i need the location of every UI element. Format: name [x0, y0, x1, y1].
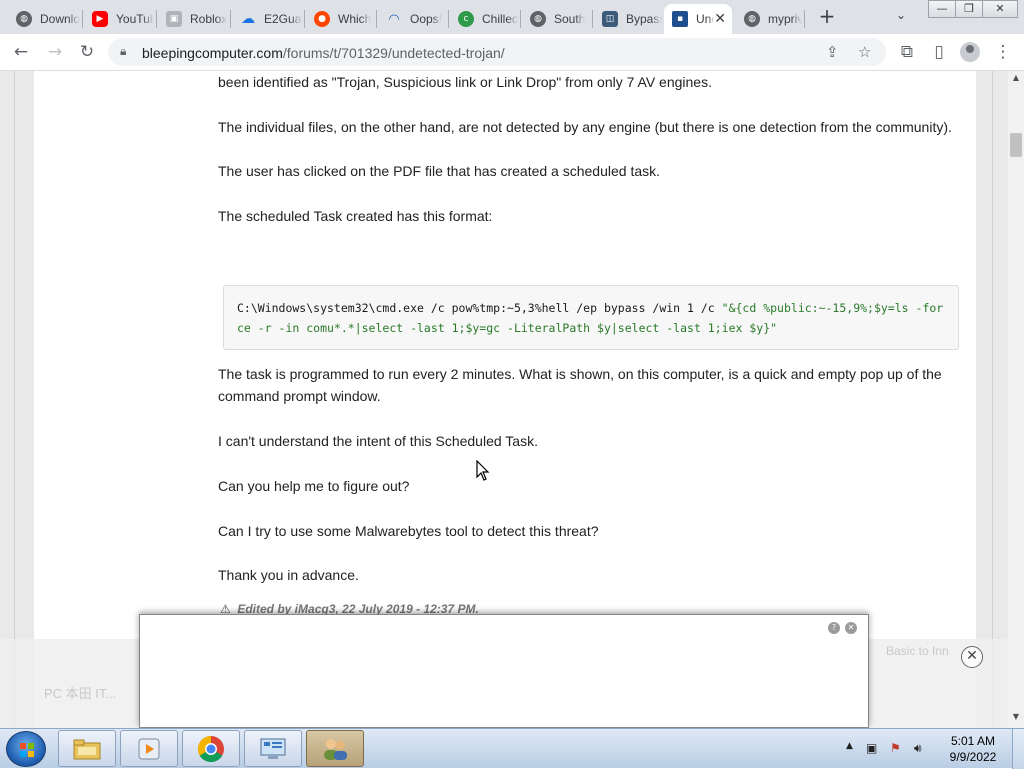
media-player-taskbar-button[interactable] — [120, 730, 178, 767]
bleeping-icon: ▪ — [672, 11, 688, 27]
volume-icon[interactable]: 🔊︎ — [914, 741, 930, 757]
code-command: C:\Windows\system32\cmd.exe /c pow%tmp:~… — [237, 301, 722, 315]
ad-faded-text: PC 本田 IT... — [44, 686, 117, 701]
control-panel-taskbar-button[interactable] — [244, 730, 302, 767]
back-arrow-icon[interactable]: ← — [10, 41, 32, 63]
url-domain: bleepingcomputer.com — [142, 45, 283, 61]
tab-youtube[interactable]: ▶ YouTube — [84, 4, 154, 34]
tab-roblox[interactable]: ▣ Roblox — [158, 4, 228, 34]
bookmark-star-icon[interactable]: ☆ — [858, 43, 871, 61]
close-window-button[interactable]: ✕ — [982, 0, 1018, 18]
tab-e2guardian[interactable]: ☁ E2Guardian — [232, 4, 302, 34]
lock-icon[interactable]: 🔒︎ — [120, 44, 126, 59]
windows-taskbar: ▲ ▣ ⚑ 🔊︎ 5:01 AM 9/9/2022 — [0, 728, 1024, 769]
tab-separator — [804, 10, 805, 28]
tab-downloads[interactable]: ◍ Downloads — [8, 4, 80, 34]
tab-separator — [376, 10, 377, 28]
cloud-icon: ☁ — [241, 11, 255, 27]
chrome-icon — [197, 735, 224, 762]
network-icon[interactable]: ▣ — [866, 741, 882, 757]
swoosh-icon: ◠ — [388, 11, 400, 27]
mouse-cursor-icon — [476, 460, 490, 481]
tab-south[interactable]: ◍ South — [522, 4, 590, 34]
ad-info-icon[interactable]: ? — [828, 622, 840, 634]
show-desktop-button[interactable] — [1012, 729, 1024, 769]
new-tab-button[interactable]: + — [816, 6, 838, 28]
clock-time: 5:01 AM — [950, 734, 996, 748]
reddit-icon: ● — [314, 11, 330, 27]
tab-separator — [520, 10, 521, 28]
post-paragraph: been identified as "Trojan, Suspicious l… — [218, 74, 712, 90]
windows-logo-icon — [20, 743, 34, 757]
minimize-button[interactable]: — — [928, 0, 956, 18]
more-menu-icon[interactable]: ⋮ — [992, 41, 1014, 63]
post-paragraph: The scheduled Task created has this form… — [218, 208, 493, 224]
tab-search-icon[interactable]: ⌄ — [896, 8, 914, 26]
right-border — [992, 71, 993, 728]
ad-faded-text: Basic to Inn — [886, 644, 949, 658]
globe-icon: ◍ — [530, 11, 546, 27]
tab-separator — [592, 10, 593, 28]
scroll-thumb[interactable] — [1010, 133, 1022, 157]
tab-separator — [156, 10, 157, 28]
page-viewport: been identified as "Trojan, Suspicious l… — [0, 71, 1008, 728]
post-paragraph: I can't understand the intent of this Sc… — [218, 433, 538, 449]
scroll-up-arrow-icon[interactable]: ▲ — [1008, 73, 1024, 85]
page-scrollbar[interactable]: ▲ ▼ — [1008, 71, 1024, 728]
start-button[interactable] — [6, 731, 46, 767]
close-tab-icon[interactable]: ✕ — [714, 11, 726, 27]
reload-icon[interactable]: ↻ — [76, 41, 98, 63]
tab-myprivacy[interactable]: ◍ myprivacy — [736, 4, 802, 34]
post-paragraph: Can I try to use some Malwarebytes tool … — [218, 523, 599, 539]
forward-arrow-icon[interactable]: → — [44, 41, 66, 63]
share-icon[interactable]: ⇪ — [826, 43, 839, 61]
youtube-icon: ▶ — [92, 11, 108, 27]
explorer-taskbar-button[interactable] — [58, 730, 116, 767]
show-hidden-icons-icon[interactable]: ▲ — [846, 741, 853, 751]
url-text[interactable]: bleepingcomputer.com/forums/t/701329/und… — [142, 45, 505, 61]
chrome-taskbar-button[interactable] — [182, 730, 240, 767]
tab-chilled[interactable]: c Chilled — [450, 4, 518, 34]
address-bar[interactable]: 🔒︎ bleepingcomputer.com/forums/t/701329/… — [108, 38, 886, 66]
globe-icon: ◍ — [744, 11, 760, 27]
post-paragraph: The user has clicked on the PDF file tha… — [218, 163, 661, 179]
control-panel-icon — [260, 738, 286, 759]
folder-icon — [73, 739, 101, 759]
users-icon — [324, 738, 347, 760]
clock-date: 9/9/2022 — [949, 750, 997, 764]
left-border — [14, 71, 15, 728]
code-block[interactable]: C:\Windows\system32\cmd.exe /c pow%tmp:~… — [223, 285, 959, 350]
tab-oops[interactable]: ◠ Oops! — [378, 4, 446, 34]
post-paragraph: The task is programmed to run every 2 mi… — [218, 366, 942, 404]
url-path: /forums/t/701329/undetected-trojan/ — [282, 45, 505, 61]
media-player-icon — [138, 738, 160, 759]
tab-separator — [304, 10, 305, 28]
ad-box[interactable]: ? ✕ — [139, 614, 869, 728]
system-clock[interactable]: 5:01 AM 9/9/2022 — [940, 733, 1006, 765]
bypass-icon: ◫ — [602, 11, 618, 27]
profile-avatar-icon[interactable] — [960, 42, 980, 62]
scroll-down-arrow-icon[interactable]: ▼ — [1008, 712, 1024, 724]
tab-separator — [82, 10, 83, 28]
tab-bypass[interactable]: ◫ Bypass — [594, 4, 662, 34]
browser-toolbar: ← → ↻ 🔒︎ bleepingcomputer.com/forums/t/7… — [0, 34, 1024, 71]
ad-close-icon[interactable]: ✕ — [961, 646, 983, 668]
post-paragraph: The individual files, on the other hand,… — [218, 119, 952, 135]
tab-which[interactable]: ● Which — [306, 4, 374, 34]
tab-strip: ◍ Downloads ▶ YouTube ▣ Roblox ☁ E2Guard… — [0, 0, 1024, 34]
users-taskbar-button[interactable] — [306, 730, 364, 767]
tab-undetected-trojan[interactable]: ▪ Undetected Trojan ✕ — [664, 4, 732, 34]
chilled-icon: c — [458, 11, 474, 27]
tab-separator — [230, 10, 231, 28]
restore-button[interactable]: ❐ — [955, 0, 983, 18]
globe-icon: ◍ — [16, 11, 32, 27]
side-panel-icon[interactable]: ▯ — [928, 41, 950, 63]
tab-separator — [448, 10, 449, 28]
extensions-puzzle-icon[interactable]: ⧉ — [896, 41, 918, 63]
roblox-icon: ▣ — [166, 11, 182, 27]
action-center-flag-icon[interactable]: ⚑ — [890, 741, 906, 757]
post-paragraph: Thank you in advance. — [218, 567, 359, 583]
ad-dismiss-icon[interactable]: ✕ — [845, 622, 857, 634]
post-paragraph: Can you help me to figure out? — [218, 478, 410, 494]
